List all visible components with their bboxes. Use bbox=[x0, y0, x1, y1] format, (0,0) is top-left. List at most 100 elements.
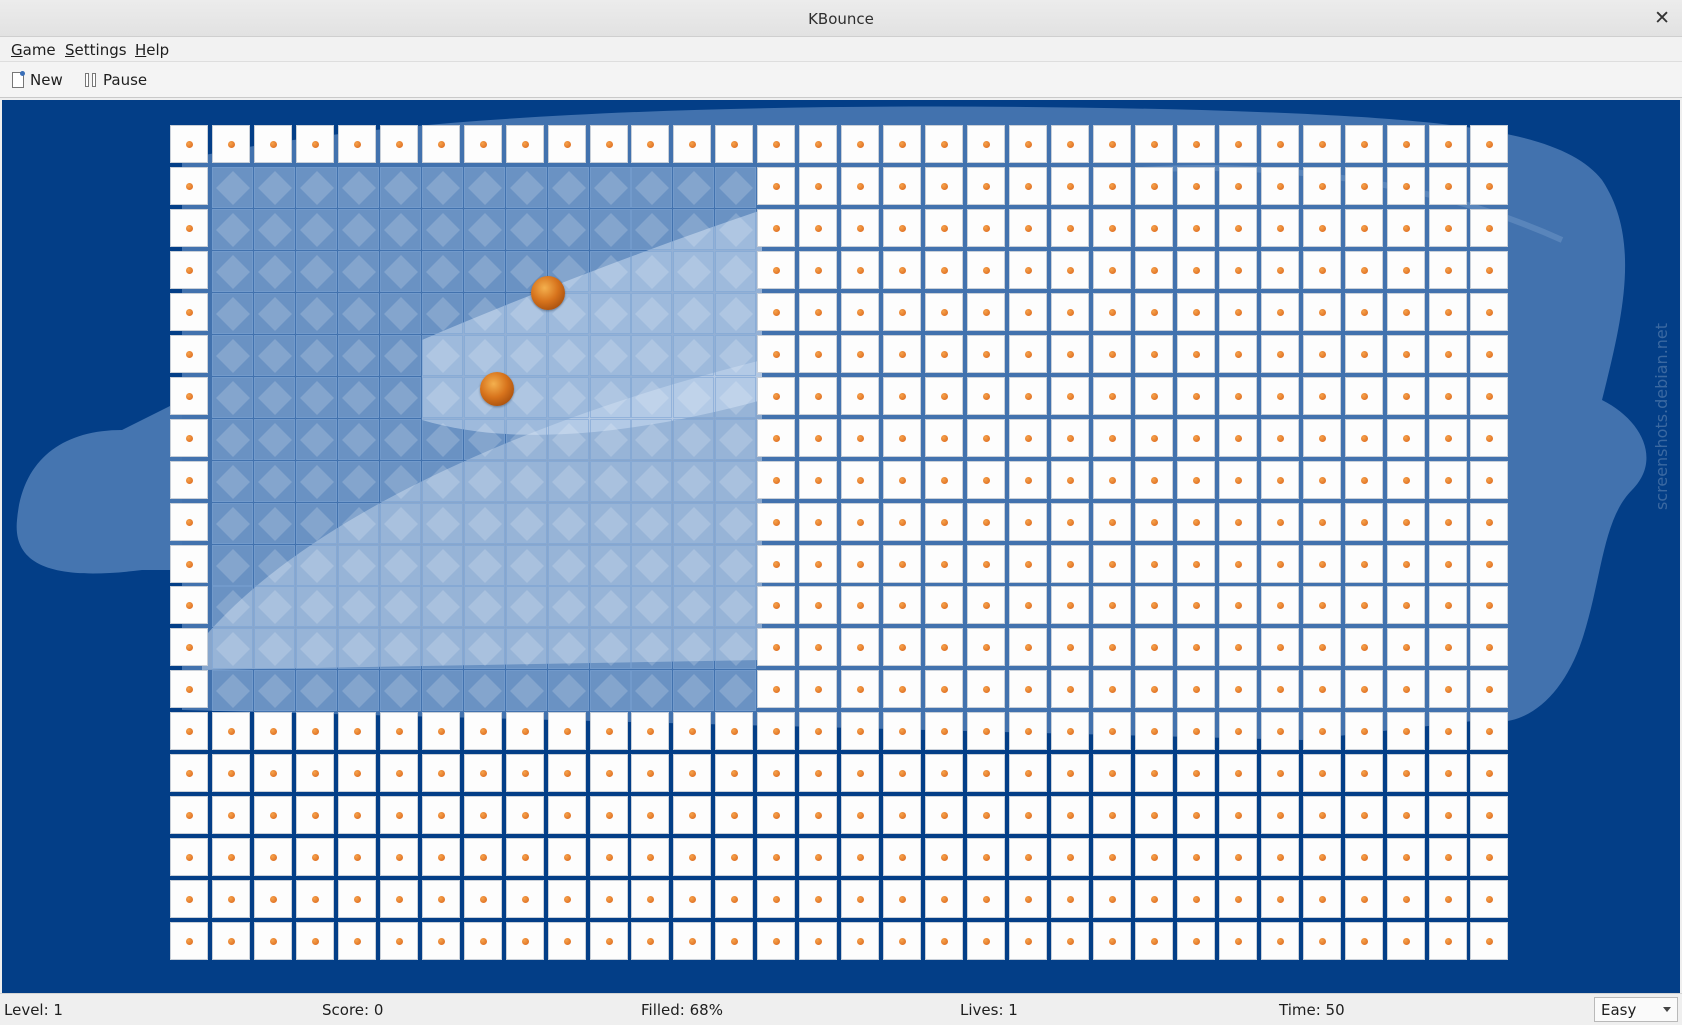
open-cell[interactable] bbox=[295, 418, 337, 460]
wall-tile[interactable] bbox=[1344, 586, 1383, 625]
wall-tile[interactable] bbox=[1470, 166, 1509, 205]
wall-tile[interactable] bbox=[1386, 334, 1425, 373]
wall-tile[interactable] bbox=[1386, 166, 1425, 205]
open-cell[interactable] bbox=[421, 502, 463, 544]
wall-tile[interactable] bbox=[379, 880, 418, 919]
open-cell[interactable] bbox=[253, 586, 295, 628]
wall-tile[interactable] bbox=[1386, 502, 1425, 541]
open-cell[interactable] bbox=[589, 670, 631, 712]
wall-tile[interactable] bbox=[967, 292, 1006, 331]
wall-tile[interactable] bbox=[631, 880, 670, 919]
wall-tile[interactable] bbox=[757, 544, 796, 583]
wall-tile[interactable] bbox=[1428, 712, 1467, 751]
wall-tile[interactable] bbox=[715, 796, 754, 835]
wall-tile[interactable] bbox=[925, 754, 964, 793]
wall-tile[interactable] bbox=[379, 125, 418, 163]
wall-tile[interactable] bbox=[1302, 922, 1341, 961]
wall-tile[interactable] bbox=[1470, 418, 1509, 457]
wall-tile[interactable] bbox=[757, 586, 796, 625]
wall-tile[interactable] bbox=[631, 754, 670, 793]
wall-tile[interactable] bbox=[589, 754, 628, 793]
wall-tile[interactable] bbox=[883, 125, 922, 163]
wall-tile[interactable] bbox=[1302, 418, 1341, 457]
wall-tile[interactable] bbox=[1302, 670, 1341, 709]
open-cell[interactable] bbox=[379, 586, 421, 628]
wall-tile[interactable] bbox=[925, 125, 964, 163]
wall-tile[interactable] bbox=[1009, 880, 1047, 919]
open-cell[interactable] bbox=[463, 502, 505, 544]
wall-tile[interactable] bbox=[1386, 418, 1425, 457]
open-cell[interactable] bbox=[715, 670, 757, 712]
open-cell[interactable] bbox=[547, 418, 589, 460]
wall-tile[interactable] bbox=[1134, 418, 1173, 457]
open-cell[interactable] bbox=[337, 586, 379, 628]
wall-tile[interactable] bbox=[170, 208, 208, 247]
open-cell[interactable] bbox=[379, 670, 421, 712]
wall-tile[interactable] bbox=[1009, 166, 1047, 205]
wall-tile[interactable] bbox=[1092, 250, 1131, 289]
wall-tile[interactable] bbox=[1009, 250, 1047, 289]
wall-tile[interactable] bbox=[1260, 670, 1299, 709]
wall-tile[interactable] bbox=[1218, 712, 1257, 751]
wall-tile[interactable] bbox=[337, 796, 376, 835]
wall-tile[interactable] bbox=[757, 880, 796, 919]
open-cell[interactable] bbox=[589, 334, 631, 376]
wall-tile[interactable] bbox=[841, 418, 880, 457]
open-cell[interactable] bbox=[295, 376, 337, 418]
wall-tile[interactable] bbox=[1176, 250, 1215, 289]
wall-tile[interactable] bbox=[1050, 796, 1089, 835]
wall-tile[interactable] bbox=[799, 250, 838, 289]
wall-tile[interactable] bbox=[505, 796, 544, 835]
wall-tile[interactable] bbox=[757, 796, 796, 835]
wall-tile[interactable] bbox=[1428, 838, 1467, 877]
open-cell[interactable] bbox=[295, 544, 337, 586]
wall-tile[interactable] bbox=[589, 838, 628, 877]
wall-tile[interactable] bbox=[967, 796, 1006, 835]
wall-tile[interactable] bbox=[757, 418, 796, 457]
wall-tile[interactable] bbox=[1344, 418, 1383, 457]
wall-tile[interactable] bbox=[841, 334, 880, 373]
wall-tile[interactable] bbox=[673, 880, 712, 919]
open-cell[interactable] bbox=[421, 292, 463, 334]
open-cell[interactable] bbox=[505, 208, 547, 250]
wall-tile[interactable] bbox=[1470, 628, 1509, 667]
wall-tile[interactable] bbox=[295, 922, 334, 961]
wall-tile[interactable] bbox=[883, 880, 922, 919]
wall-tile[interactable] bbox=[1344, 838, 1383, 877]
open-cell[interactable] bbox=[673, 670, 715, 712]
open-cell[interactable] bbox=[631, 502, 673, 544]
wall-tile[interactable] bbox=[1470, 208, 1509, 247]
wall-tile[interactable] bbox=[715, 712, 754, 751]
open-cell[interactable] bbox=[421, 208, 463, 250]
wall-tile[interactable] bbox=[1344, 125, 1383, 163]
open-cell[interactable] bbox=[421, 628, 463, 670]
open-cell[interactable] bbox=[715, 166, 757, 208]
wall-tile[interactable] bbox=[1009, 125, 1047, 163]
wall-tile[interactable] bbox=[967, 712, 1006, 751]
wall-tile[interactable] bbox=[253, 838, 292, 877]
wall-tile[interactable] bbox=[1176, 208, 1215, 247]
wall-tile[interactable] bbox=[379, 922, 418, 961]
wall-tile[interactable] bbox=[1428, 502, 1467, 541]
wall-tile[interactable] bbox=[421, 880, 460, 919]
wall-tile[interactable] bbox=[1428, 334, 1467, 373]
wall-tile[interactable] bbox=[967, 502, 1006, 541]
open-cell[interactable] bbox=[631, 376, 673, 418]
open-cell[interactable] bbox=[589, 544, 631, 586]
wall-tile[interactable] bbox=[1386, 628, 1425, 667]
wall-tile[interactable] bbox=[295, 796, 334, 835]
open-cell[interactable] bbox=[211, 334, 253, 376]
open-cell[interactable] bbox=[589, 502, 631, 544]
open-cell[interactable] bbox=[715, 334, 757, 376]
open-cell[interactable] bbox=[715, 586, 757, 628]
wall-tile[interactable] bbox=[1218, 502, 1257, 541]
wall-tile[interactable] bbox=[1260, 754, 1299, 793]
open-cell[interactable] bbox=[589, 166, 631, 208]
wall-tile[interactable] bbox=[1302, 712, 1341, 751]
wall-tile[interactable] bbox=[1470, 125, 1509, 163]
wall-tile[interactable] bbox=[170, 586, 208, 625]
wall-tile[interactable] bbox=[1302, 880, 1341, 919]
wall-tile[interactable] bbox=[1470, 838, 1509, 877]
wall-tile[interactable] bbox=[1176, 796, 1215, 835]
wall-tile[interactable] bbox=[757, 334, 796, 373]
